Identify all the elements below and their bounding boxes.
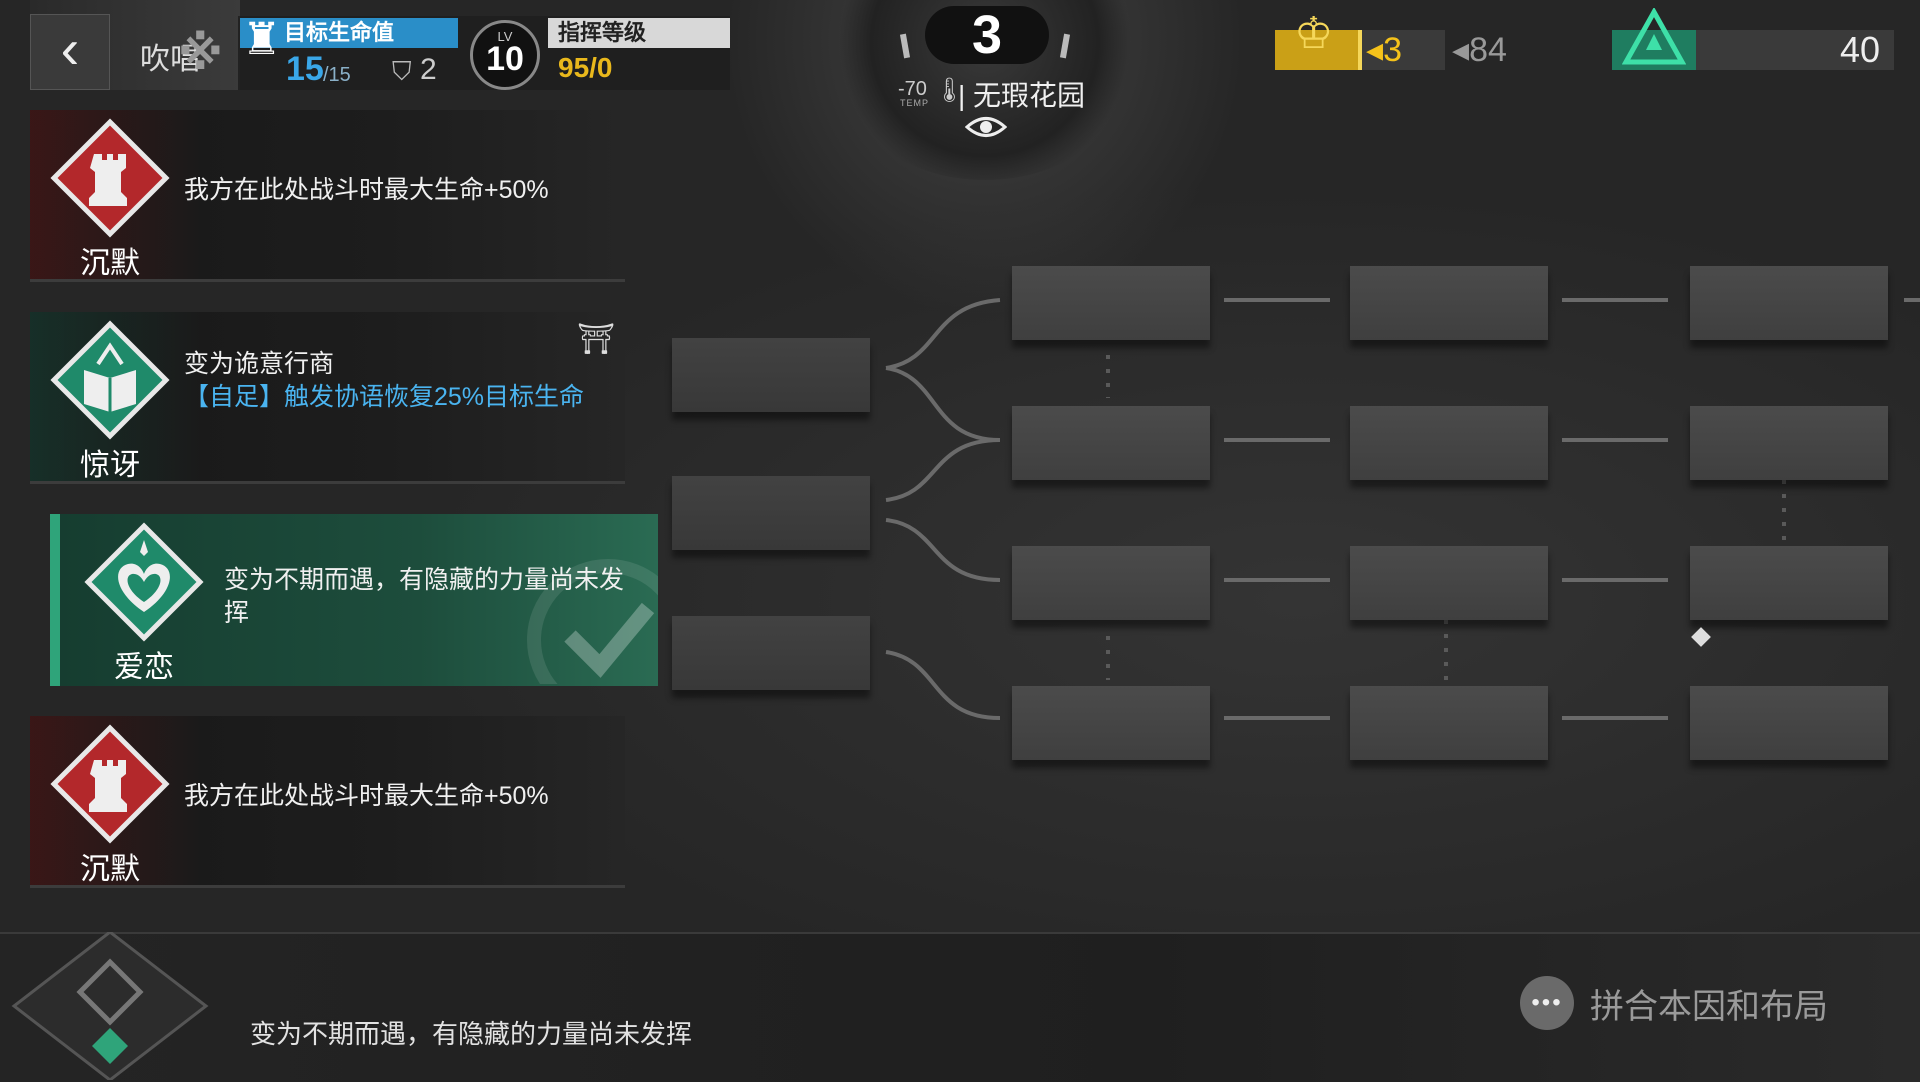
card-type: 惊讶 [80,449,140,482]
map-node-c1-r3[interactable] [1012,686,1210,760]
card-description: 我方在此处战斗时最大生命+50% [184,176,549,204]
red-rook-icon [50,724,170,844]
command-level-value: 95/0 [558,52,613,83]
map-node-c3-r2[interactable] [1690,546,1888,620]
hp-current: 15 [286,50,324,88]
temperature-tag: TEMP [900,98,930,108]
card-type: 沉默 [80,247,140,280]
combine-label: 拼合本因和布局 [1590,987,1828,1026]
emblem-icon [11,932,209,1080]
card-type: 爱恋 [114,651,174,684]
map-node-c0-r2[interactable] [672,616,870,690]
gold-divider [1358,30,1362,70]
card-description-effect: 【自足】触发协语恢复25%目标生命 [184,383,585,411]
selected-option-description: 变为不期而遇，有隐藏的力量尚未发挥 [250,1019,693,1049]
map-node-c2-r3[interactable] [1350,686,1548,760]
chevron-left-icon: ‹ [60,17,80,80]
level-badge: LV 10 [470,20,540,90]
map-node-c1-r2[interactable] [1012,546,1210,620]
map-node-c1-r0[interactable] [1012,266,1210,340]
map-node-c3-r0[interactable] [1690,266,1888,340]
green-heart-icon [84,522,204,642]
map-node-c2-r0[interactable] [1350,266,1548,340]
map-node-c2-r1[interactable] [1350,406,1548,480]
map-node-c2-r2[interactable] [1350,546,1548,620]
checkmark-icon [527,559,658,684]
hp-max: /15 [323,64,351,86]
back-button[interactable]: ‹ [30,14,110,90]
faction-logo-icon: ※ [178,27,223,79]
combine-button[interactable]: ••• 拼合本因和布局 [1520,976,1828,1030]
map-node-c3-r1[interactable] [1690,406,1888,480]
card-type: 沉默 [80,853,140,886]
map-node-c1-r1[interactable] [1012,406,1210,480]
eye-icon[interactable] [965,112,1007,142]
red-rook-icon [50,118,170,238]
map-node-c0-r1[interactable] [672,476,870,550]
card-description: 我方在此处战斗时最大生命+50% [184,782,549,810]
map-node-c3-r3[interactable] [1690,686,1888,760]
option-card-silence-2[interactable]: 沉默 我方在此处战斗时最大生命+50% [30,716,625,888]
level-number: 10 [486,40,524,78]
gold-delta: ◂3 [1366,31,1402,69]
command-level-label: 指挥等级 [548,18,730,48]
chat-bubble-icon: ••• [1520,976,1574,1030]
stage-name: | 无瑕花园 [958,80,1086,111]
round-number: 3 [971,5,1003,65]
merchant-stall-icon: ⛩ [576,323,615,356]
option-card-silence-1[interactable]: 沉默 我方在此处战斗时最大生命+50% [30,110,625,282]
triangle-value: 40 [1839,29,1880,70]
option-card-love-selected[interactable]: 爱恋 变为不期而遇，有隐藏的力量尚未发挥 [50,514,658,686]
rook-icon: ♜ [242,15,282,64]
map-node-c0-r0[interactable] [672,338,870,412]
card-description-line1: 变为诡意行商 [184,350,335,378]
option-card-surprise[interactable]: 惊讶 变为诡意行商 【自足】触发协语恢复25%目标生命 ⛩ [30,312,625,484]
shield-icon: ⛉ [392,56,412,86]
green-book-icon [50,320,170,440]
gold-total: ◂84 [1452,31,1507,69]
triangle-icon [1622,8,1686,65]
card-description: 变为诡意行商 【自足】触发协语恢复25%目标生命 [184,348,594,414]
shield-value: 2 [420,53,437,86]
crown-hand-icon: ♔ [1294,9,1334,58]
